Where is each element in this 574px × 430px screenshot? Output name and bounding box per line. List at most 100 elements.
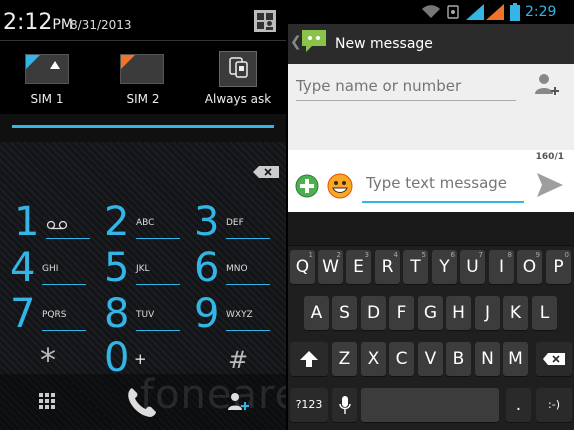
dial-key-underline — [226, 238, 270, 239]
voicemail-icon — [46, 220, 68, 230]
delete-key[interactable] — [536, 342, 572, 376]
key-label: Y — [439, 257, 450, 277]
key-label: Q — [295, 257, 310, 277]
recipient-underline — [296, 100, 516, 101]
key-s[interactable]: S — [332, 296, 357, 330]
always-ask-tile[interactable] — [219, 51, 257, 87]
messaging-app-icon[interactable] — [300, 27, 328, 55]
key-l[interactable]: L — [532, 296, 557, 330]
symbols-key[interactable]: ?123 — [290, 388, 328, 422]
sim2-tile[interactable] — [120, 54, 164, 84]
period-key[interactable]: . — [506, 388, 531, 422]
suggestion-strip — [288, 212, 574, 246]
dialpad-toggle-icon[interactable] — [38, 392, 56, 414]
key-g[interactable]: G — [418, 296, 443, 330]
dial-key-8[interactable]: 8 TUV — [104, 290, 196, 340]
shift-arrow-icon — [300, 351, 318, 367]
call-phone-icon[interactable] — [124, 384, 160, 424]
dial-key-1[interactable]: 1 — [14, 198, 106, 248]
key-r[interactable]: R4 — [375, 250, 400, 284]
add-recipient-icon[interactable] — [534, 72, 560, 98]
dial-key-9[interactable]: 9 WXYZ — [194, 290, 286, 340]
dial-key-underline — [226, 284, 270, 285]
key-a[interactable]: A — [304, 296, 329, 330]
sim-card-icon — [229, 57, 248, 78]
space-key[interactable] — [361, 388, 499, 422]
key-m[interactable]: M — [503, 342, 528, 376]
sim1-color-corner — [26, 55, 40, 69]
always-ask-label: Always ask — [204, 92, 272, 106]
dial-key-5[interactable]: 5 JKL — [104, 244, 196, 294]
page-title: New message — [335, 36, 433, 52]
recipient-input[interactable] — [296, 72, 516, 100]
dial-digit: 3 — [194, 199, 220, 245]
key-hint: 0 — [564, 251, 569, 259]
plus-symbol: + — [134, 350, 147, 368]
key-hint: 7 — [478, 251, 483, 259]
message-underline — [362, 201, 524, 203]
key-hint: 3 — [364, 251, 369, 259]
key-hint: 6 — [450, 251, 455, 259]
shift-key[interactable] — [290, 342, 328, 376]
microphone-icon — [338, 396, 351, 414]
dial-letters: TUV — [136, 310, 155, 320]
dial-digit: 8 — [104, 291, 130, 337]
key-label: O — [522, 257, 537, 277]
dial-key-underline — [46, 238, 90, 239]
key-y[interactable]: Y6 — [432, 250, 457, 284]
key-j[interactable]: J — [475, 296, 500, 330]
smiley-key[interactable]: :-) — [536, 388, 572, 422]
add-contact-icon[interactable] — [226, 390, 250, 418]
dial-digit: 2 — [104, 199, 130, 245]
action-bar: ❮ New message — [288, 24, 574, 64]
send-icon[interactable] — [536, 172, 564, 198]
key-n[interactable]: N — [475, 342, 500, 376]
key-i[interactable]: I8 — [489, 250, 514, 284]
key-w[interactable]: W2 — [318, 250, 343, 284]
dial-digit: 4 — [10, 245, 36, 291]
key-x[interactable]: X — [361, 342, 386, 376]
dial-key-underline — [42, 284, 86, 285]
key-h[interactable]: H — [446, 296, 471, 330]
signal-triangle-icon — [50, 61, 60, 69]
key-label: P — [553, 257, 564, 277]
key-b[interactable]: B — [446, 342, 471, 376]
dial-key-3[interactable]: 3 DEF — [194, 198, 286, 248]
dial-digit: 1 — [14, 199, 40, 245]
sim1-tile[interactable] — [25, 54, 69, 84]
digits-field[interactable] — [0, 114, 286, 142]
key-t[interactable]: T5 — [403, 250, 428, 284]
dial-key-2[interactable]: 2 ABC — [104, 198, 196, 248]
key-k[interactable]: K — [503, 296, 528, 330]
voice-input-key[interactable] — [332, 388, 357, 422]
key-v[interactable]: V — [418, 342, 443, 376]
key-q[interactable]: Q1 — [290, 250, 315, 284]
soft-keyboard: Q1 W2 E3 R4 T5 Y6 U7 I8 O9 P0 A S D F G … — [288, 212, 574, 430]
messaging-panel: 2:29 pm ❮ New message 160/1 — [288, 0, 574, 430]
key-p[interactable]: P0 — [546, 250, 571, 284]
dial-key-underline — [136, 238, 180, 239]
shade-date: 8/31/2013 — [70, 18, 132, 32]
key-u[interactable]: U7 — [460, 250, 485, 284]
emoji-icon[interactable] — [327, 173, 353, 199]
dial-key-7[interactable]: 7 PQRS — [10, 290, 102, 340]
dial-letters: DEF — [226, 218, 244, 228]
dial-key-6[interactable]: 6 MNO — [194, 244, 286, 294]
sim2-label: SIM 2 — [126, 92, 160, 106]
attach-plus-icon[interactable] — [295, 174, 319, 198]
dial-key-4[interactable]: 4 GHI — [10, 244, 102, 294]
recipient-area — [288, 64, 574, 150]
quick-settings-icon[interactable] — [253, 9, 277, 33]
delete-icon — [543, 353, 565, 365]
key-z[interactable]: Z — [332, 342, 357, 376]
key-f[interactable]: F — [389, 296, 414, 330]
key-c[interactable]: C — [389, 342, 414, 376]
key-o[interactable]: O9 — [517, 250, 542, 284]
backspace-icon[interactable] — [253, 163, 279, 178]
key-d[interactable]: D — [361, 296, 386, 330]
sim1-label: SIM 1 — [30, 92, 64, 106]
key-e[interactable]: E3 — [346, 250, 371, 284]
key-label: R — [381, 257, 394, 277]
shade-clock: 2:12PM — [3, 10, 73, 35]
message-input[interactable] — [366, 168, 522, 198]
